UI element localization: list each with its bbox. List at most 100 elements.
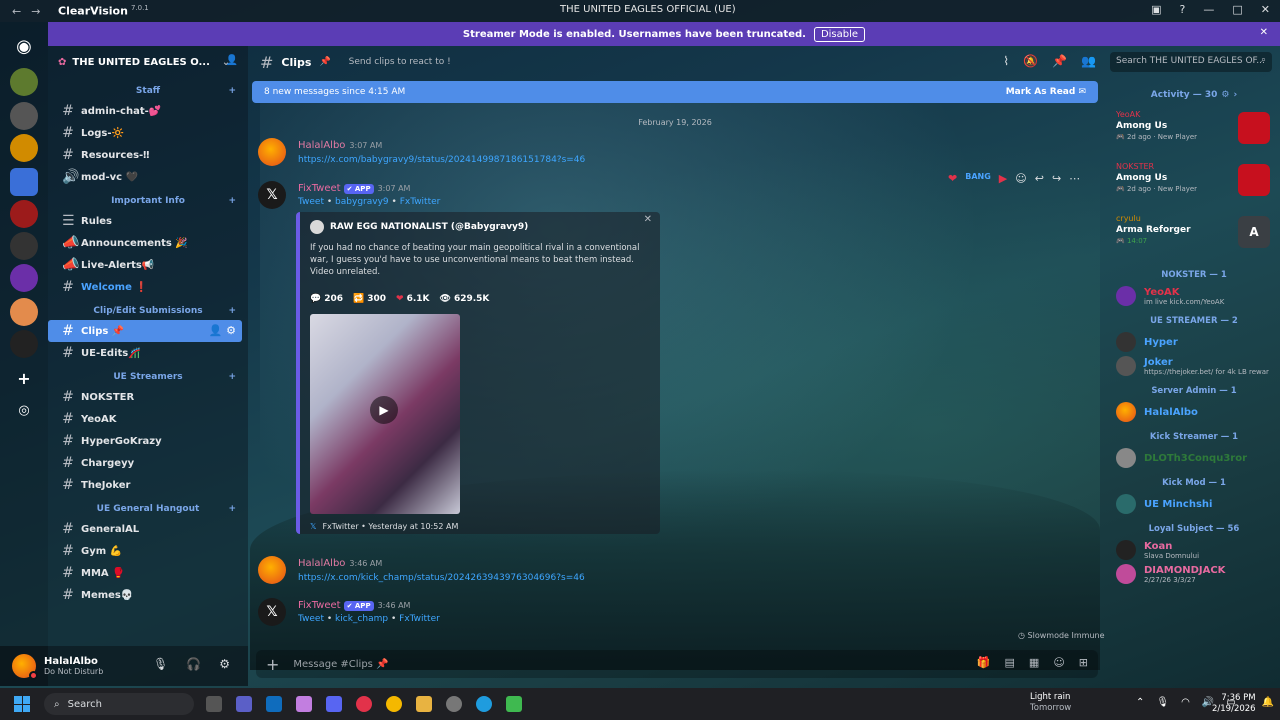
add-channel-icon[interactable]: + [228,504,236,514]
add-channel-icon[interactable]: + [228,196,236,206]
search-input[interactable]: Search THE UNITED EAGLES OF... ⌕ [1110,52,1272,72]
clock[interactable]: 7:36 PM 2/19/2026 [1212,693,1256,715]
member-item[interactable]: UE Minchshi [1108,492,1280,516]
member-item[interactable]: DIAMONDJACK 2/27/26 3/3/27 [1108,562,1280,586]
category-important[interactable]: Important Info + [48,192,248,210]
maximize-button[interactable]: □ [1232,3,1242,16]
gear-icon[interactable]: ⚙ [1221,90,1229,100]
avatar[interactable] [12,654,38,680]
gift-icon[interactable]: 🎁 [977,656,991,669]
channel-chargeyy[interactable]: # Chargeyy [48,452,242,474]
add-attachment-icon[interactable]: + [266,655,279,674]
play-icon[interactable]: ▶ [370,396,398,424]
youtube-reaction-icon[interactable]: ▶ [999,172,1007,185]
member-item[interactable]: YeoAK im live kick.com/YeoAK [1108,284,1280,308]
category-hangout[interactable]: UE General Hangout + [48,500,248,518]
add-channel-icon[interactable]: + [228,372,236,382]
wifi-icon[interactable]: ◠ [1181,697,1190,708]
add-reaction-icon[interactable]: ☺ [1015,172,1026,185]
channel-rules[interactable]: ☰ Rules [48,210,242,232]
more-icon[interactable]: ⋯ [1069,172,1080,185]
server-header[interactable]: ✿ THE UNITED EAGLES O... ⌄ 👤 [48,46,248,78]
embed-author[interactable]: RAW EGG NATIONALIST (@Babygravy9) [310,220,650,234]
member-item[interactable]: DLOTh3Conqu3ror [1108,446,1280,470]
mute-bell-icon[interactable]: 🔕 [1023,54,1038,68]
channel-mma[interactable]: # MMA 🥊 [48,562,242,584]
back-arrow-icon[interactable]: ← [12,5,21,18]
settings-icon[interactable] [446,696,462,712]
disable-button[interactable]: Disable [813,26,866,42]
invite-icon[interactable]: 👤 [226,55,238,66]
category-streamers[interactable]: UE Streamers + [48,368,248,386]
server-icon[interactable] [10,68,38,96]
forward-arrow-icon[interactable]: → [31,5,40,18]
copilot-icon[interactable] [296,696,312,712]
app-icon[interactable] [506,696,522,712]
channel-ue-edits[interactable]: # UE-Edits🎢 [48,342,242,364]
discover-icon[interactable]: ◎ [10,396,38,424]
outlook-icon[interactable] [266,696,282,712]
sticker-icon[interactable]: ▦ [1029,656,1039,669]
taskbar-search[interactable]: ⌕ Search [44,693,194,715]
server-icon[interactable] [10,232,38,260]
heart-reaction-icon[interactable]: ❤ [948,172,957,185]
microphone-icon[interactable]: 🎙 [153,657,168,671]
apps-icon[interactable]: ⊞ [1079,656,1088,669]
channel-yeoak[interactable]: # YeoAK [48,408,242,430]
chevron-up-icon[interactable]: ⌃ [1136,697,1144,708]
activity-header[interactable]: Activity — 30 ⚙ › [1108,84,1280,106]
channel-mod-vc[interactable]: 🔊 mod-vc 🖤 [48,166,242,188]
message-link[interactable]: https://x.com/babygravy9/status/20241499… [298,155,585,165]
discord-icon[interactable] [326,696,342,712]
avatar[interactable]: 𝕏 [258,181,286,209]
close-icon[interactable]: ✕ [1260,27,1268,38]
user-info[interactable]: HalalAlbo Do Not Disturb [44,656,103,676]
channel-settings-icon[interactable]: 👤 ⚙ [209,324,236,337]
inbox-icon[interactable]: ▣ [1151,3,1161,16]
task-view-icon[interactable] [206,696,222,712]
channel-gym[interactable]: # Gym 💪 [48,540,242,562]
message-composer[interactable]: + Message #Clips 📌 🎁 ▤ ▦ ☺ ⊞ [256,650,1098,678]
mark-as-read-button[interactable]: Mark As Read ✉ [1006,87,1086,97]
server-icon[interactable] [10,330,38,358]
notification-bell-icon[interactable]: 🔔 [1262,697,1274,708]
message-link[interactable]: https://x.com/kick_champ/status/20242639… [298,573,585,583]
message-author[interactable]: FixTweet [298,600,341,611]
server-icon[interactable] [10,102,38,130]
activity-card[interactable]: NOKSTER Among Us 🎮 2d ago · New Player [1108,158,1280,210]
chevron-right-icon[interactable]: › [1233,90,1237,100]
gif-icon[interactable]: ▤ [1005,656,1015,669]
server-icon[interactable] [10,264,38,292]
file-explorer-icon[interactable] [416,696,432,712]
member-item[interactable]: Koan Slava Domnului [1108,538,1280,562]
channel-live-alerts[interactable]: 📣 Live-Alerts📢 [48,254,242,276]
folder-icon[interactable] [10,168,38,196]
server-icon[interactable] [10,134,38,162]
app-icon[interactable] [386,696,402,712]
avatar[interactable] [258,138,286,166]
activity-card[interactable]: cryulu Arma Reforger 🎮 14:07 A [1108,210,1280,262]
member-item[interactable]: Hyper [1108,330,1280,354]
add-channel-icon[interactable]: + [228,306,236,316]
emoji-icon[interactable]: ☺ [1053,656,1064,669]
channel-clips[interactable]: # Clips 📌 👤 ⚙ [48,320,242,342]
member-item[interactable]: HalalAlbo [1108,400,1280,424]
weather-widget[interactable]: Light rain Tomorrow [1030,692,1071,714]
close-icon[interactable]: ✕ [644,214,652,225]
threads-icon[interactable]: ⌇ [1003,54,1009,68]
channel-hypergokrazy[interactable]: # HyperGoKrazy [48,430,242,452]
gear-icon[interactable]: ⚙ [219,657,230,671]
discord-home-icon[interactable]: ◉ [10,32,38,60]
pin-icon[interactable]: 📌 [1052,54,1067,68]
new-messages-bar[interactable]: 8 new messages since 4:15 AM Mark As Rea… [252,81,1098,103]
add-channel-icon[interactable]: + [228,86,236,96]
video-thumbnail[interactable]: ▶ [310,314,460,514]
reply-icon[interactable]: ↩ [1035,172,1044,185]
member-item[interactable]: Joker https://thejoker.bet/ for 4k LB rew… [1108,354,1280,378]
channel-thejoker[interactable]: # TheJoker [48,474,242,496]
edge-icon[interactable] [476,696,492,712]
avatar[interactable]: 𝕏 [258,598,286,626]
channel-announcements[interactable]: 📣 Announcements 🎉 [48,232,242,254]
message-author[interactable]: HalalAlbo [298,140,345,151]
member-list-icon[interactable]: 👥 [1081,54,1096,68]
